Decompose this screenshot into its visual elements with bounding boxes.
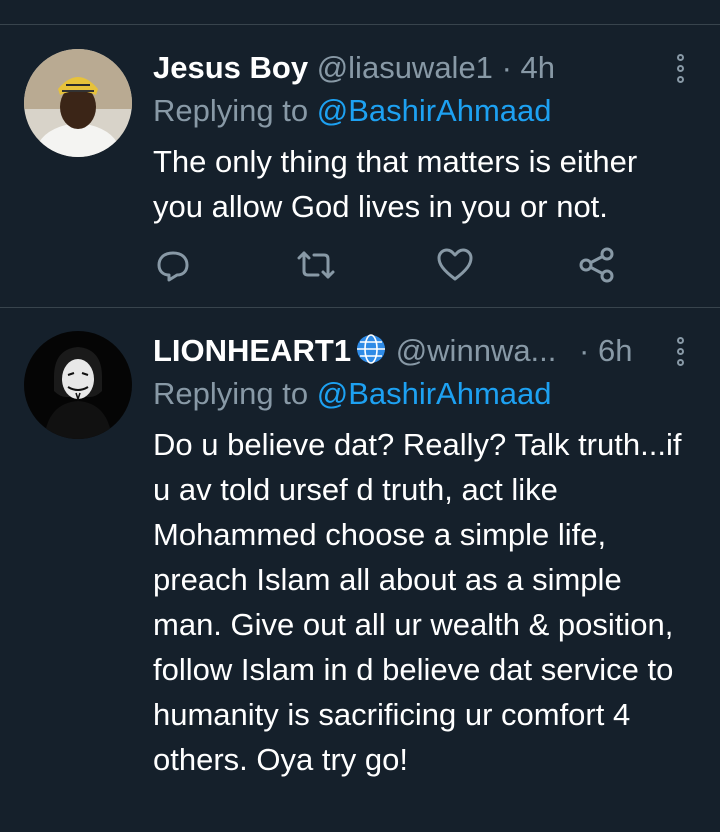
more-options-icon[interactable] — [668, 331, 692, 371]
like-icon[interactable] — [435, 245, 475, 285]
replying-prefix: Replying to — [153, 376, 309, 411]
tweet-1[interactable]: Jesus Boy @liasuwale1 · 4h Replying to @… — [0, 25, 720, 307]
tweet-header: Jesus Boy @liasuwale1 · 4h — [153, 48, 555, 88]
replying-to: Replying to @BashirAhmaad — [153, 374, 552, 414]
replying-to: Replying to @BashirAhmaad — [153, 91, 552, 131]
mention-link[interactable]: @BashirAhmaad — [317, 376, 552, 411]
globe-icon — [355, 333, 387, 375]
share-icon[interactable] — [577, 245, 617, 285]
action-bar — [153, 245, 633, 285]
author-handle[interactable]: @liasuwale1 — [317, 50, 493, 85]
more-options-icon[interactable] — [668, 48, 692, 88]
author-name[interactable]: Jesus Boy — [153, 50, 308, 85]
tweet-text: Do u believe dat? Really? Talk truth...i… — [153, 427, 682, 777]
replying-prefix: Replying to — [153, 93, 309, 128]
tweet-header: LIONHEART1 @winnwa... · 6h — [153, 331, 632, 375]
mention-link[interactable]: @BashirAhmaad — [317, 93, 552, 128]
avatar[interactable] — [24, 49, 132, 157]
tweet-text: The only thing that matters is either yo… — [153, 144, 638, 224]
timestamp[interactable]: 6h — [598, 333, 632, 368]
author-handle[interactable]: @winnwa... — [396, 333, 557, 368]
reply-icon[interactable] — [153, 245, 193, 285]
separator-dot: · — [501, 50, 512, 85]
avatar[interactable] — [24, 331, 132, 439]
author-name[interactable]: LIONHEART1 — [153, 333, 351, 368]
separator-dot: · — [579, 333, 590, 368]
timestamp[interactable]: 4h — [521, 50, 555, 85]
tweet-2[interactable]: LIONHEART1 @winnwa... · 6h Replying to @… — [0, 308, 720, 832]
retweet-icon[interactable] — [296, 245, 336, 285]
